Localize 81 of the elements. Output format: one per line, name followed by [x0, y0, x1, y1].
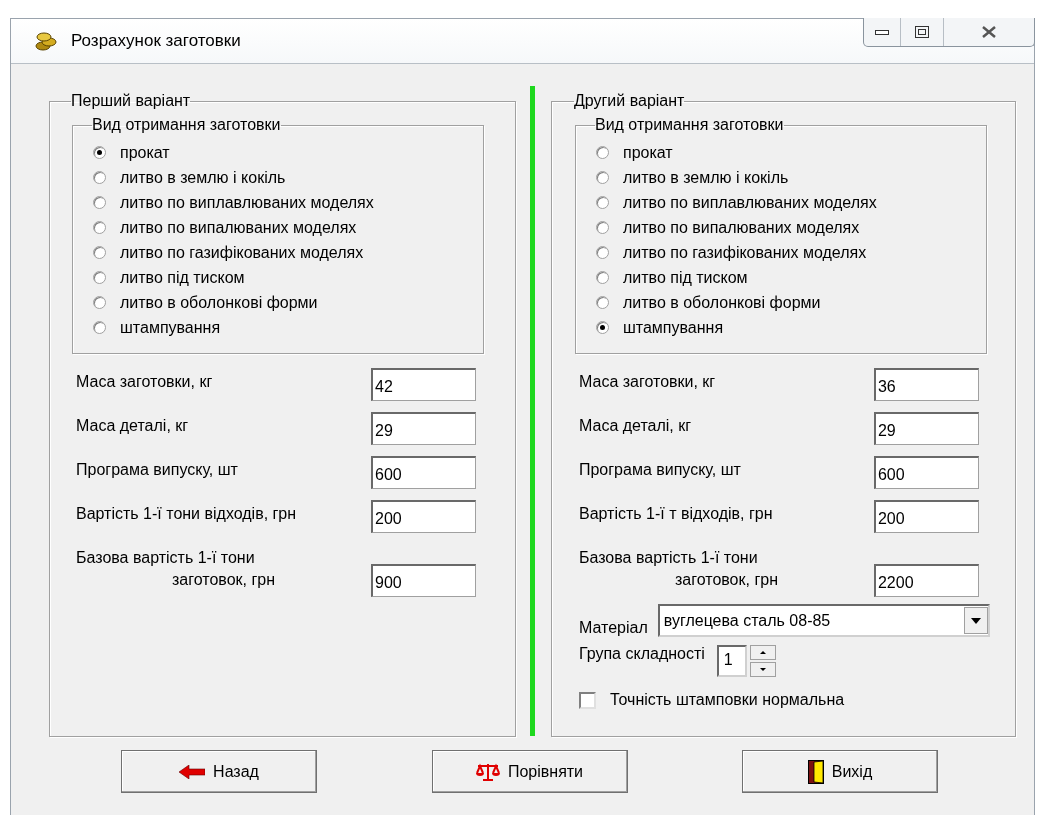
radio-button[interactable]	[93, 246, 106, 259]
field-label: Маса заготовки, кг	[578, 372, 716, 391]
material-dropdown[interactable]: вуглецева сталь 08-85	[657, 604, 990, 637]
coins-icon	[35, 31, 57, 51]
radio-label: литво по виплавлюваних моделях	[120, 193, 374, 212]
radio-label: литво під тиском	[622, 268, 748, 287]
close-icon	[982, 26, 996, 38]
door-icon	[807, 759, 824, 784]
checkbox[interactable]	[578, 691, 596, 709]
input-field[interactable]: 29	[371, 412, 476, 445]
field-label: заготовок, грн	[171, 571, 275, 589]
radio-label: литво по виплавлюваних моделях	[622, 193, 877, 212]
radio-label: прокат	[120, 143, 170, 162]
dropdown-value: вуглецева сталь 08-85	[663, 611, 831, 630]
radio-button[interactable]	[93, 296, 106, 309]
radio-button[interactable]	[93, 221, 106, 234]
radio-label: литво по випалюваних моделях	[120, 218, 357, 237]
field-label: Програма випуску, шт	[76, 460, 238, 479]
radio-label: литво в оболонкові форми	[622, 293, 821, 312]
input-field[interactable]: 200	[873, 500, 979, 533]
radio-label: литво в землю і кокіль	[120, 168, 286, 187]
radio-label: литво в землю і кокіль	[622, 168, 789, 187]
radio-button[interactable]	[93, 321, 106, 334]
field-label: заготовок, грн	[673, 571, 778, 589]
group-title: Вид отримання заготовки	[92, 116, 281, 134]
group-title: Вид отримання заготовки	[594, 116, 784, 134]
radio-button[interactable]	[595, 321, 609, 334]
maximize-icon	[915, 26, 929, 38]
radio-label: штампування	[622, 318, 724, 337]
radio-button[interactable]	[595, 171, 609, 184]
radio-button[interactable]	[595, 296, 609, 309]
spin-field[interactable]: 1	[716, 645, 747, 677]
dialog-button[interactable]: Вихід	[742, 750, 938, 793]
radio-label: литво в оболонкові форми	[120, 293, 318, 312]
input-field[interactable]: 600	[873, 456, 979, 489]
dropdown-caret-icon	[970, 617, 981, 624]
radio-label: литво по газифікованих моделях	[120, 243, 364, 262]
input-field[interactable]: 900	[371, 564, 476, 597]
field-label: Вартість 1-ї т відходів, грн	[578, 504, 773, 523]
radio-label: литво під тиском	[120, 268, 245, 287]
window-title: Розрахунок заготовки	[71, 31, 241, 51]
radio-label: прокат	[622, 143, 673, 162]
field-label: Вартість 1-ї тони відходів, грн	[76, 504, 297, 523]
radio-button[interactable]	[93, 146, 106, 159]
radio-button[interactable]	[595, 196, 609, 209]
field-label: Група складності	[578, 645, 705, 663]
input-field[interactable]: 600	[371, 456, 476, 489]
field-label: Базова вартість 1-ї тони	[76, 548, 256, 567]
field-label: Матеріал	[578, 619, 648, 637]
input-field[interactable]: 42	[371, 368, 476, 401]
field-label: Маса деталі, кг	[76, 416, 189, 435]
field-label: Маса деталі, кг	[578, 416, 692, 435]
dialog-button[interactable]: Порівняти	[431, 750, 628, 793]
radio-button[interactable]	[595, 221, 609, 234]
checkbox-label: Точність штамповки нормальна	[609, 691, 845, 709]
radio-label: литво по випалюваних моделях	[622, 218, 860, 237]
spin-up-button[interactable]	[749, 645, 776, 660]
caret-down-icon	[759, 668, 766, 671]
field-label: Програма випуску, шт	[578, 460, 741, 479]
input-field[interactable]: 29	[873, 412, 979, 445]
arrow-left-icon	[179, 764, 206, 779]
radio-button[interactable]	[595, 246, 609, 259]
input-field[interactable]: 2200	[873, 564, 979, 597]
minimize-icon	[875, 29, 889, 35]
group-title: Другий варіант	[573, 92, 685, 110]
radio-label: литво по газифікованих моделях	[622, 243, 867, 262]
radio-button[interactable]	[93, 271, 106, 284]
radio-button[interactable]	[595, 271, 609, 284]
scales-icon	[475, 761, 500, 782]
dialog-button[interactable]: Назад	[121, 750, 317, 793]
input-field[interactable]: 200	[371, 500, 476, 533]
field-label: Базова вартість 1-ї тони	[578, 548, 759, 567]
radio-button[interactable]	[93, 196, 106, 209]
field-label: Маса заготовки, кг	[76, 372, 213, 391]
radio-label: штампування	[120, 318, 221, 337]
input-field[interactable]: 36	[873, 368, 979, 401]
spin-down-button[interactable]	[749, 662, 776, 677]
group-title: Перший варіант	[71, 92, 191, 110]
caret-up-icon	[759, 651, 766, 654]
radio-button[interactable]	[595, 146, 609, 159]
radio-button[interactable]	[93, 171, 106, 184]
